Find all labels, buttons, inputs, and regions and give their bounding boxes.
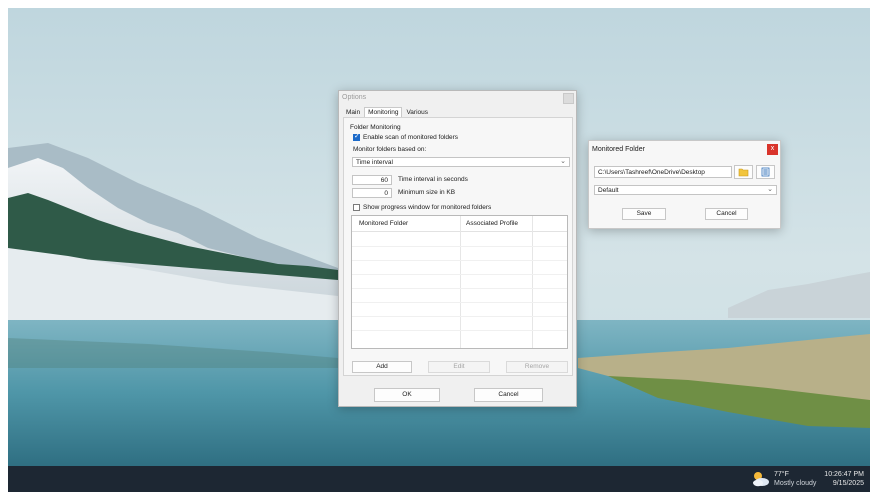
list-row-line [352,330,567,331]
show-progress-label: Show progress window for monitored folde… [363,204,492,211]
clock-time: 10:26:47 PM [824,471,864,478]
tab-monitoring[interactable]: Monitoring [364,107,403,117]
save-button[interactable]: Save [622,208,666,220]
column-divider [532,216,533,348]
add-button[interactable]: Add [352,361,412,373]
folder-monitoring-group-label: Folder Monitoring [350,124,401,131]
profile-select[interactable]: Default ⌄ [594,185,777,195]
column-monitored-folder[interactable]: Monitored Folder [359,220,408,227]
browse-folder-button[interactable] [734,165,753,179]
chevron-down-icon: ⌄ [767,186,773,193]
weather-widget[interactable]: 77°F Mostly cloudy [750,469,830,489]
options-dialog-title: Options [342,94,367,101]
taskbar: 77°F Mostly cloudy 10:26:47 PM 9/15/2025 [8,466,870,492]
list-row-line [352,302,567,303]
ok-button[interactable]: OK [374,388,440,402]
enable-scan-checkbox[interactable] [353,132,360,141]
list-row-line [352,288,567,289]
close-icon[interactable]: x [767,144,778,155]
system-clock[interactable]: 10:26:47 PM 9/15/2025 [824,470,864,488]
column-associated-profile[interactable]: Associated Profile [466,220,518,227]
folder-path-input[interactable]: C:\Users\Tashreef\OneDrive\Desktop [594,166,732,178]
min-size-label: Minimum size in KB [398,189,456,196]
list-row-line [352,260,567,261]
monitor-based-select[interactable]: Time interval ⌄ [352,157,570,167]
mf-cancel-button[interactable]: Cancel [705,208,748,220]
monitor-based-value: Time interval [356,159,393,166]
clock-date: 9/15/2025 [832,480,864,487]
enable-scan-label: Enable scan of monitored folders [363,134,459,141]
time-interval-label: Time interval in seconds [398,176,468,183]
weather-temperature: 77°F [774,471,789,478]
monitored-folder-dialog: Monitored Folder x C:\Users\Tashreef\One… [588,140,781,229]
edit-button[interactable]: Edit [428,361,490,373]
list-row-line [352,246,567,247]
monitoring-panel: Folder Monitoring Enable scan of monitor… [343,117,573,376]
min-size-input[interactable]: 0 [352,188,392,198]
monitored-folder-title: Monitored Folder [592,146,645,153]
remove-button[interactable]: Remove [506,361,568,373]
monitored-folders-list[interactable]: Monitored Folder Associated Profile [351,215,568,349]
show-progress-checkbox[interactable] [353,204,360,211]
time-interval-input[interactable]: 60 [352,175,392,185]
column-divider [460,216,461,348]
weather-condition: Mostly cloudy [774,480,817,487]
options-dialog: Options Main Monitoring Various Folder M… [338,90,577,407]
list-row-line [352,274,567,275]
profile-picker-button[interactable] [756,165,775,179]
tab-various[interactable]: Various [402,107,432,117]
folder-icon [738,168,749,177]
cancel-button[interactable]: Cancel [474,388,543,402]
monitor-based-label: Monitor folders based on: [353,146,427,153]
profile-icon [761,167,770,177]
list-row-line [352,316,567,317]
close-button[interactable] [563,93,574,104]
profile-select-value: Default [598,187,619,194]
tab-main[interactable]: Main [342,107,364,117]
weather-icon [753,472,769,487]
options-tabs: Main Monitoring Various [342,107,432,117]
chevron-down-icon: ⌄ [560,158,566,165]
